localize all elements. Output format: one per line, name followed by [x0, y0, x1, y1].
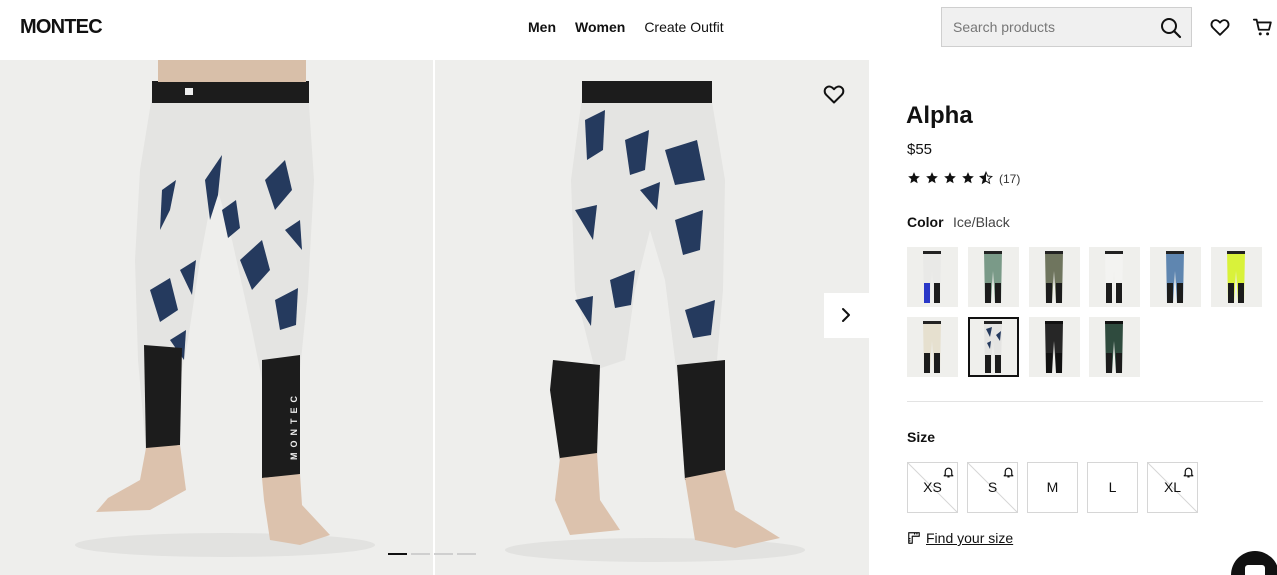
size-label-text: XS: [923, 479, 942, 495]
color-label: Color: [907, 214, 944, 230]
star-icon: [962, 172, 974, 184]
site-header: MONTEC Men Women Create Outfit: [0, 0, 1277, 60]
color-swatch[interactable]: [1089, 247, 1140, 307]
star-icon: [926, 172, 938, 184]
color-swatch[interactable]: [1211, 247, 1262, 307]
size-option-xs[interactable]: XS: [907, 462, 958, 513]
notify-bell-icon: [1003, 467, 1014, 478]
search-icon[interactable]: [1159, 16, 1183, 40]
color-swatch[interactable]: [968, 247, 1019, 307]
slide-dot[interactable]: [457, 553, 476, 555]
slide-dot[interactable]: [434, 553, 453, 555]
pants-brand-text: MONTEC: [289, 391, 299, 460]
product-photo-back[interactable]: [435, 60, 869, 575]
size-label-text: XL: [1163, 479, 1182, 495]
notify-bell-icon: [1183, 467, 1194, 478]
nav-men[interactable]: Men: [528, 19, 556, 35]
size-option-l[interactable]: L: [1087, 462, 1138, 513]
search-input[interactable]: [942, 8, 1152, 46]
color-swatch[interactable]: [907, 317, 958, 377]
color-swatch[interactable]: [1029, 247, 1080, 307]
cart-icon[interactable]: [1252, 16, 1274, 38]
color-swatch[interactable]: [1089, 317, 1140, 377]
slide-dot[interactable]: [411, 553, 430, 555]
gallery-pagination: [388, 553, 476, 555]
nav-create-outfit[interactable]: Create Outfit: [644, 19, 723, 35]
chat-button[interactable]: [1231, 551, 1277, 575]
size-option-m[interactable]: M: [1027, 462, 1078, 513]
find-size-label: Find your size: [926, 530, 1014, 546]
size-label-text: M: [1046, 479, 1059, 495]
size-option-xl[interactable]: XL: [1147, 462, 1198, 513]
chat-bubble-icon: [1245, 565, 1265, 575]
slide-dot[interactable]: [388, 553, 407, 555]
product-price: $55: [907, 141, 933, 158]
half-star-icon: [979, 171, 993, 185]
chevron-right-icon: [842, 308, 850, 322]
product-gallery: MONTEC: [0, 60, 869, 575]
search-box: [941, 7, 1192, 47]
size-option-s[interactable]: S: [967, 462, 1018, 513]
section-divider: [907, 401, 1263, 402]
size-label-text: L: [1108, 479, 1117, 495]
wishlist-heart-icon[interactable]: [822, 82, 846, 106]
review-count[interactable]: (17): [999, 172, 1020, 186]
color-swatch[interactable]: [907, 247, 958, 307]
rating-stars[interactable]: [907, 171, 993, 185]
color-value: Ice/Black: [953, 214, 1010, 230]
size-label: Size: [907, 429, 936, 445]
notify-bell-icon: [943, 467, 954, 478]
star-icon: [944, 172, 956, 184]
color-swatch[interactable]: [1029, 317, 1080, 377]
product-photo-front[interactable]: MONTEC: [0, 60, 433, 575]
logo[interactable]: MONTEC: [20, 16, 103, 39]
heart-icon[interactable]: [1209, 16, 1231, 38]
find-your-size-link[interactable]: Find your size: [907, 530, 1013, 546]
gallery-next-button[interactable]: [824, 293, 869, 338]
size-label-text: S: [987, 479, 998, 495]
nav-women[interactable]: Women: [575, 19, 625, 35]
main-nav: Men Women Create Outfit: [528, 19, 724, 35]
ruler-icon: [908, 532, 920, 544]
color-swatch[interactable]: [1150, 247, 1201, 307]
star-icon: [908, 172, 920, 184]
product-title: Alpha: [906, 102, 973, 129]
color-swatch-selected[interactable]: [968, 317, 1019, 377]
